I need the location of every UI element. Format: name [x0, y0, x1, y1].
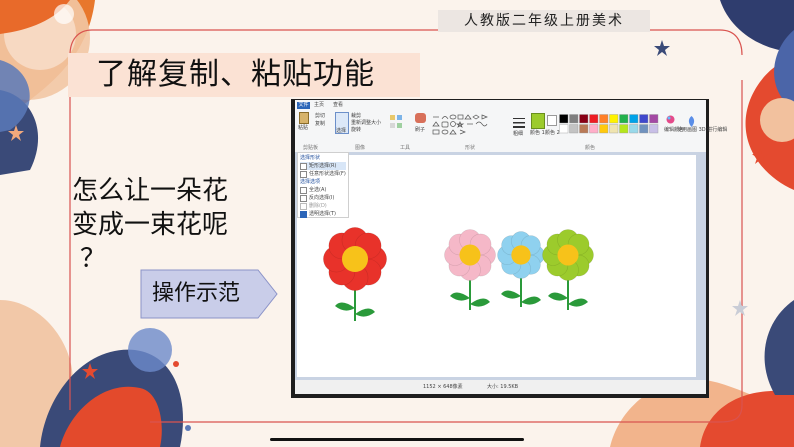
group-shapes: 形状 — [465, 145, 476, 151]
select-dropdown: 选择形状 矩形选择(R) 任意形状选择(F) 选择选项 全选(A) 反向选择(I… — [297, 152, 349, 218]
menu-item[interactable]: 矩形选择(R) — [300, 162, 346, 170]
paste-icon[interactable] — [299, 112, 309, 124]
palette-swatch[interactable] — [579, 124, 589, 134]
menu-item[interactable]: 删除(D) — [300, 202, 346, 210]
copy-label[interactable]: 复制 — [315, 121, 325, 127]
demo-button-label: 操作示范 — [152, 281, 241, 306]
menu-item[interactable]: 任意形状选择(F) — [300, 170, 346, 178]
dimensions-text: 1152 × 648像素 — [423, 384, 463, 390]
size-label: 粗细 — [513, 131, 524, 137]
palette-swatch[interactable] — [589, 114, 599, 124]
paint3d-label: 使用画图 3D 进行编辑 — [677, 127, 728, 133]
size-icon[interactable] — [513, 116, 525, 130]
question-line: 变成一束花呢 — [72, 210, 229, 240]
color2-swatch[interactable] — [547, 115, 557, 126]
group-image: 图像 — [355, 145, 366, 151]
palette-swatch[interactable] — [619, 124, 629, 134]
palette-swatch[interactable] — [649, 124, 659, 134]
filesize-text: 大小: 19.5KB — [487, 384, 519, 390]
tab-file[interactable]: 文件 — [297, 102, 310, 109]
grade-label: 人教版二年级上册美术 — [438, 10, 650, 32]
palette-swatch[interactable] — [569, 124, 579, 134]
brush-label: 刷子 — [415, 127, 426, 133]
tab-home[interactable]: 主页 — [314, 102, 324, 108]
menu-item[interactable]: 反向选择(I) — [300, 194, 346, 202]
edit-colors-icon[interactable] — [666, 112, 675, 124]
group-colors: 颜色 — [585, 145, 596, 151]
rotate-label[interactable]: 旋转 — [351, 127, 361, 133]
palette-swatch[interactable] — [559, 124, 569, 134]
palette-swatch[interactable] — [629, 124, 639, 134]
color2-label: 颜色 2 — [545, 130, 560, 136]
palette-swatch[interactable] — [619, 114, 629, 124]
group-clipboard: 剪贴板 — [303, 145, 319, 151]
palette-swatch[interactable] — [649, 114, 659, 124]
palette-swatch[interactable] — [569, 114, 579, 124]
brush-icon[interactable] — [415, 113, 426, 123]
menu-section: 选择形状 — [300, 155, 321, 161]
paint-canvas[interactable] — [297, 155, 696, 377]
resize-label[interactable]: 重新调整大小 — [351, 120, 381, 126]
demo-button[interactable]: 操作示范 — [140, 269, 278, 319]
palette-swatch[interactable] — [589, 124, 599, 134]
paint3d-icon[interactable] — [687, 112, 696, 127]
palette-swatch[interactable] — [639, 124, 649, 134]
shapes-gallery[interactable] — [431, 114, 489, 136]
palette-swatch[interactable] — [599, 114, 609, 124]
palette-swatch[interactable] — [639, 114, 649, 124]
palette-swatch[interactable] — [629, 114, 639, 124]
palette-swatch[interactable] — [599, 124, 609, 134]
menu-item[interactable]: 透明选择(T) — [300, 210, 346, 218]
color-palette[interactable] — [559, 114, 664, 134]
question-text: 怎么让一朵花 变成一束花呢 ？ — [72, 174, 272, 276]
crop-label[interactable]: 裁剪 — [351, 113, 361, 119]
tab-view[interactable]: 查看 — [333, 102, 343, 108]
flower — [497, 231, 545, 307]
color1-swatch[interactable] — [531, 113, 545, 129]
palette-swatch[interactable] — [609, 114, 619, 124]
menu-section: 选择选项 — [300, 179, 321, 185]
status-bar: 1152 × 648像素 大小: 19.5KB — [295, 380, 706, 394]
paint-ribbon: 文件 主页 查看 粘贴 剪切 复制 选择 裁剪 重新调整大小 旋转 刷子 粗细 … — [295, 100, 727, 153]
cut-label[interactable]: 剪切 — [315, 113, 325, 119]
group-tools: 工具 — [400, 145, 411, 151]
slide-title: 了解复制、粘贴功能 — [96, 57, 375, 92]
select-label: 选择 — [336, 128, 347, 134]
tools-icon[interactable] — [389, 114, 413, 130]
flower — [444, 229, 496, 310]
palette-swatch[interactable] — [579, 114, 589, 124]
flower — [323, 227, 387, 321]
paste-label: 粘贴 — [298, 125, 309, 131]
color1-label: 颜色 1 — [530, 130, 545, 136]
palette-swatch[interactable] — [609, 124, 619, 134]
flower — [542, 229, 594, 310]
home-indicator — [270, 438, 524, 441]
question-line: 怎么让一朵花 — [72, 176, 229, 206]
menu-item[interactable]: 全选(A) — [300, 186, 346, 194]
palette-swatch[interactable] — [559, 114, 569, 124]
